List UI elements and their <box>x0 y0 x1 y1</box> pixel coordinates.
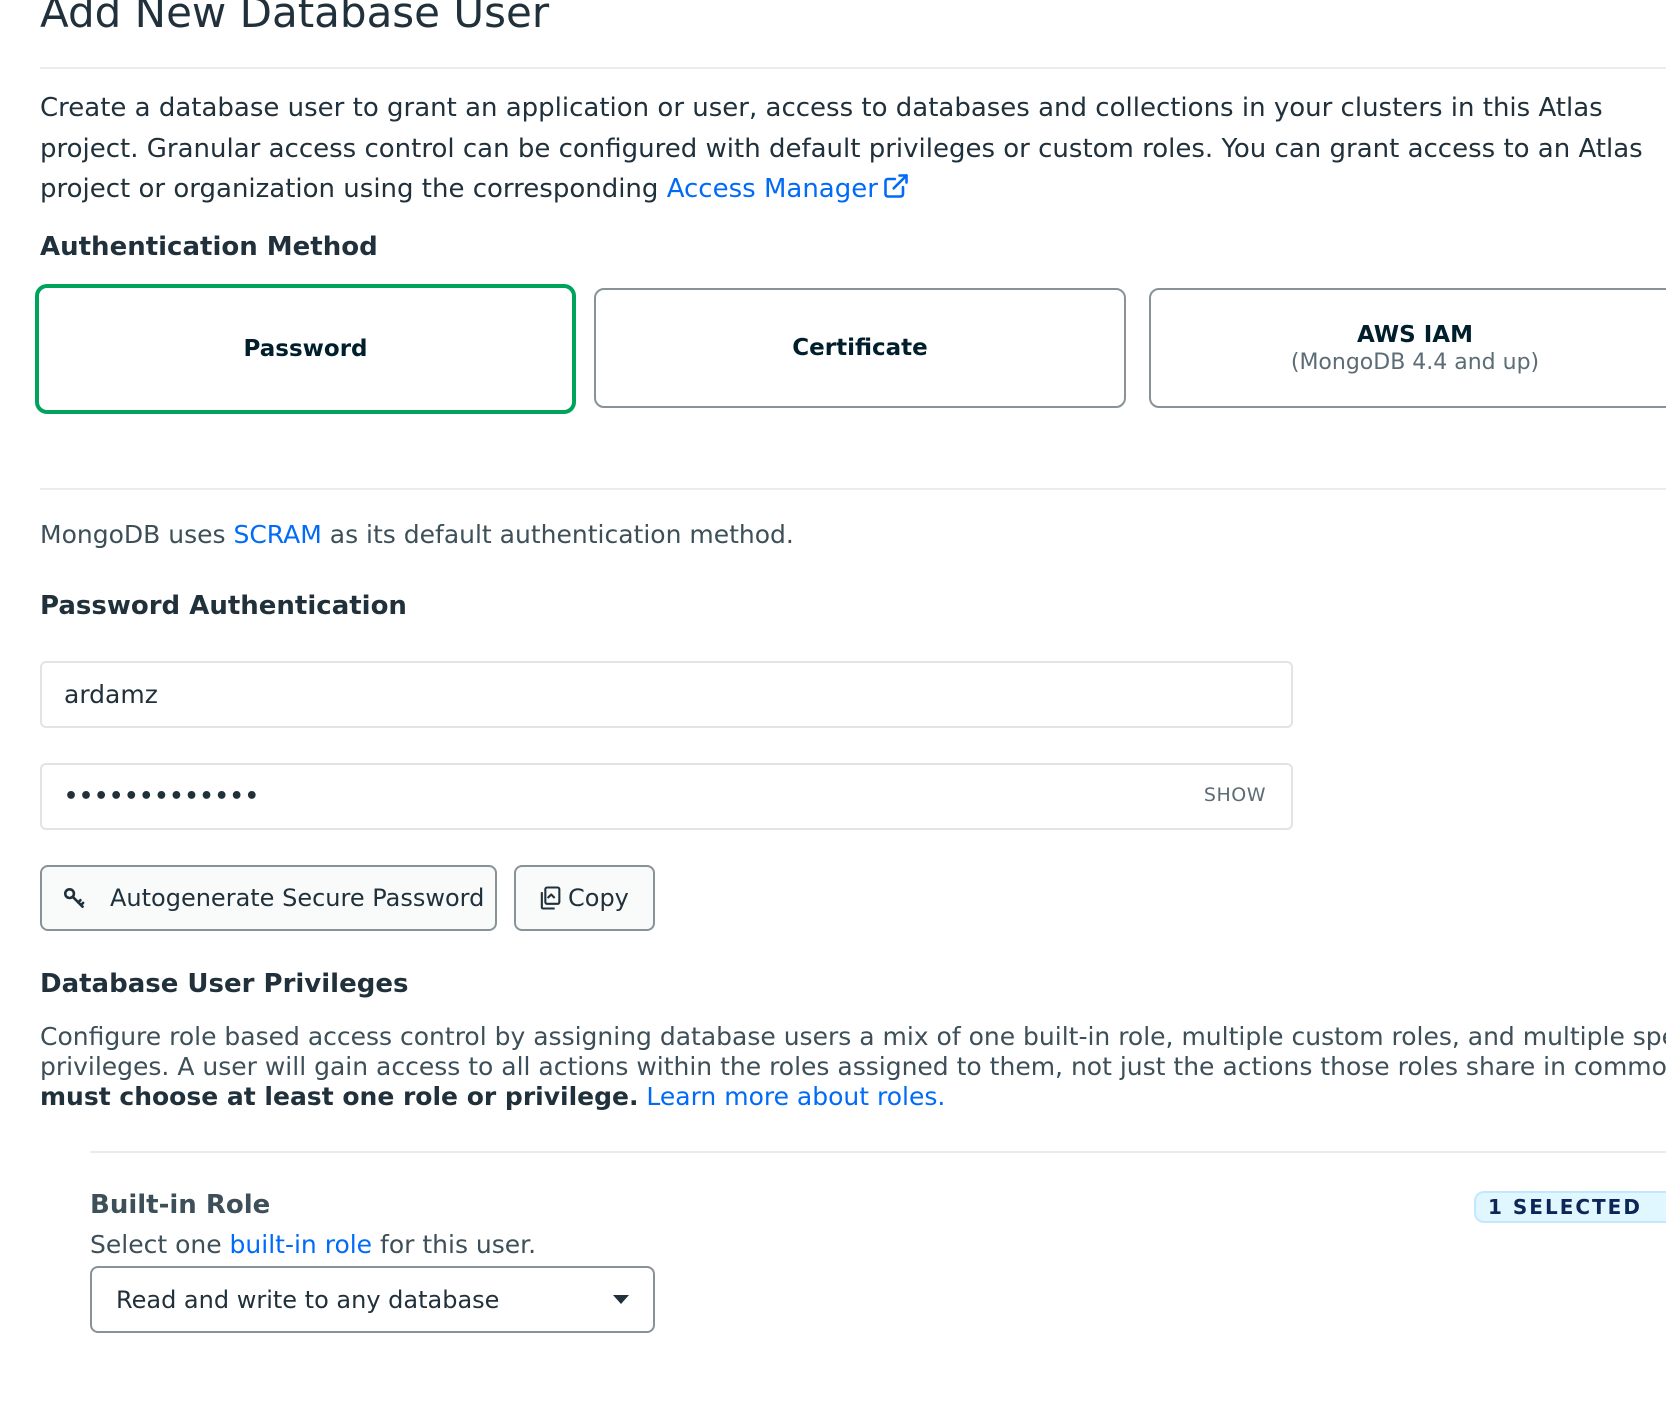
auth-option-certificate-label: Certificate <box>792 335 928 361</box>
add-database-user-page: Add New Database User Create a database … <box>0 0 1666 1416</box>
scram-note-suffix: as its default authentication method. <box>321 520 794 549</box>
privileges-line-2: privileges. A user will gain access to a… <box>40 1052 1666 1081</box>
auth-method-heading: Authentication Method <box>40 232 378 262</box>
intro-line-1: Create a database user to grant an appli… <box>40 93 1603 123</box>
auth-option-certificate[interactable]: Certificate <box>594 288 1126 408</box>
built-in-role-subtitle: Select one built-in role for this user. <box>90 1230 536 1259</box>
built-in-role-sub-suffix: for this user. <box>372 1230 537 1259</box>
intro-line-3-text: project or organization using the corres… <box>40 174 667 204</box>
built-in-role-link[interactable]: built-in role <box>230 1230 373 1259</box>
intro-text: Create a database user to grant an appli… <box>40 88 1666 213</box>
password-auth-heading: Password Authentication <box>40 591 407 621</box>
autogenerate-password-button[interactable]: Autogenerate Secure Password <box>40 865 497 931</box>
copy-label: Copy <box>568 884 629 912</box>
built-in-role-select[interactable]: Read and write to any database <box>90 1266 655 1333</box>
role-divider <box>90 1151 1666 1153</box>
access-manager-link[interactable]: Access Manager <box>667 174 910 204</box>
scram-link[interactable]: SCRAM <box>233 520 321 549</box>
privileges-description: Configure role based access control by a… <box>40 1022 1666 1112</box>
autogenerate-password-label: Autogenerate Secure Password <box>110 884 485 912</box>
learn-more-roles-link[interactable]: Learn more about roles. <box>646 1082 945 1111</box>
auth-option-aws-iam-sublabel: (MongoDB 4.4 and up) <box>1290 349 1540 375</box>
title-divider <box>40 67 1666 69</box>
auth-option-aws-iam[interactable]: AWS IAM (MongoDB 4.4 and up) <box>1149 288 1666 408</box>
selected-count-badge: 1 SELECTED <box>1474 1191 1666 1223</box>
built-in-role-sub-prefix: Select one <box>90 1230 230 1259</box>
built-in-role-select-value: Read and write to any database <box>116 1285 500 1314</box>
privileges-required-note: must choose at least one role or privile… <box>40 1082 639 1111</box>
auth-option-aws-iam-label: AWS IAM <box>1357 321 1473 348</box>
copy-icon <box>536 884 564 912</box>
privileges-line-3: must choose at least one role or privile… <box>40 1082 1666 1112</box>
copy-password-button[interactable]: Copy <box>514 865 655 931</box>
auth-option-password-label: Password <box>243 336 368 362</box>
password-input[interactable] <box>40 763 1293 830</box>
scram-note-prefix: MongoDB uses <box>40 520 234 549</box>
key-icon <box>62 885 88 911</box>
page-title: Add New Database User <box>40 0 550 37</box>
access-manager-link-label: Access Manager <box>666 174 878 204</box>
privileges-heading: Database User Privileges <box>40 969 409 999</box>
external-link-icon <box>882 172 910 213</box>
username-input[interactable] <box>40 661 1293 728</box>
scram-note: MongoDB uses SCRAM as its default authen… <box>40 520 794 549</box>
caret-down-icon <box>613 1295 629 1304</box>
show-password-toggle[interactable]: SHOW <box>1204 784 1266 806</box>
intro-line-2: project. Granular access control can be … <box>40 133 1643 164</box>
auth-divider <box>40 488 1666 490</box>
auth-option-password[interactable]: Password <box>35 284 576 414</box>
intro-line-3: project or organization using the corres… <box>40 169 1666 213</box>
built-in-role-title: Built-in Role <box>90 1190 271 1220</box>
privileges-line-1: Configure role based access control by a… <box>40 1022 1666 1051</box>
